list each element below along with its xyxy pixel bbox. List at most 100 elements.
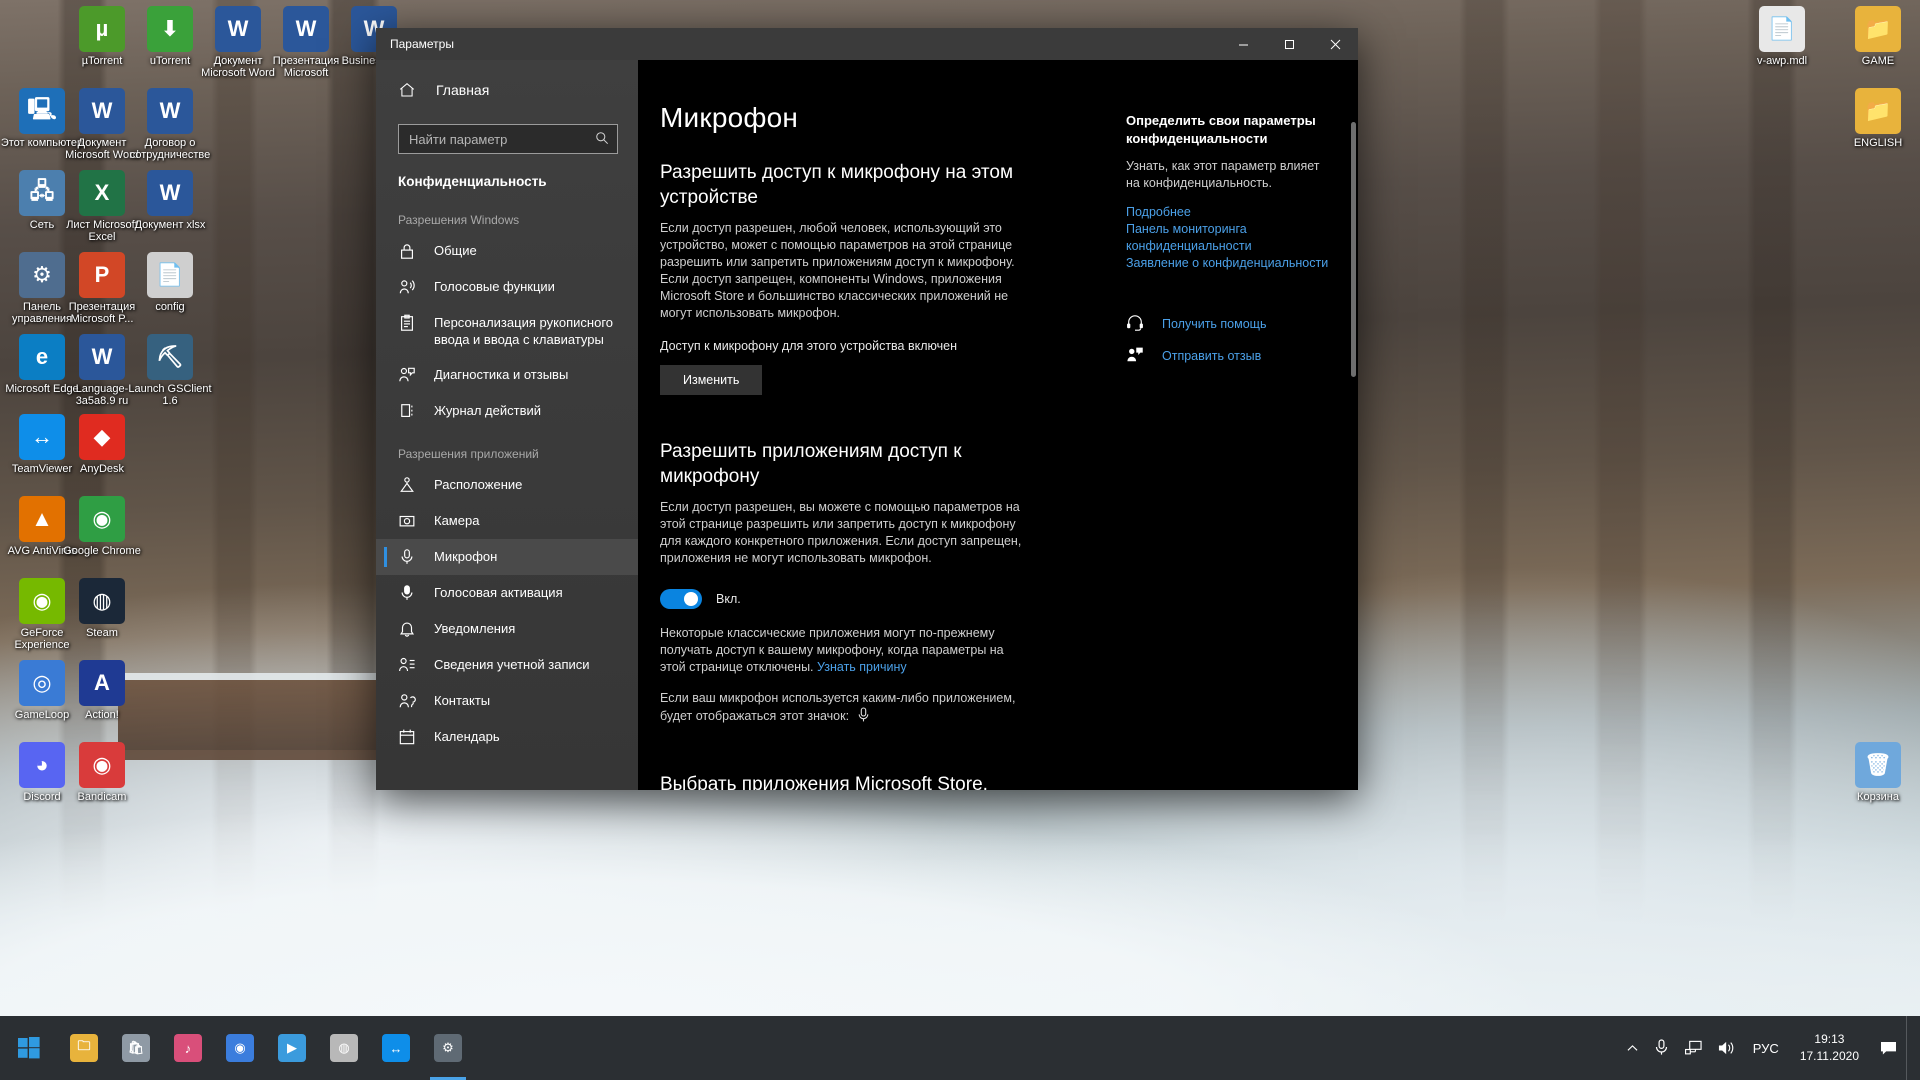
desktop-icon-glyph: ◎ [19, 660, 65, 706]
device-section-heading: Разрешить доступ к микрофону на этом уст… [660, 162, 1014, 208]
volume-tray-icon[interactable] [1711, 1016, 1744, 1080]
language-indicator[interactable]: РУС [1746, 1016, 1786, 1080]
content-scrollbar[interactable] [1348, 60, 1358, 790]
sidebar-item-contacts[interactable]: Контакты [376, 683, 638, 719]
sidebar-item-lock[interactable]: Общие [376, 233, 638, 269]
desktop-icon[interactable]: ◉ Google Chrome [60, 496, 144, 557]
desktop-icon-label: Steam [86, 627, 118, 639]
microphone-indicator-icon [857, 707, 870, 728]
desktop-icon[interactable]: 📄 v-awp.mdl [1740, 6, 1824, 67]
clock[interactable]: 19:13 17.11.2020 [1788, 1016, 1871, 1080]
help-row[interactable]: Отправить отзыв [1126, 346, 1334, 366]
microphone-tray-icon[interactable] [1647, 1016, 1676, 1080]
sidebar-item-feedback-person[interactable]: Диагностика и отзывы [376, 357, 638, 393]
desktop-icon[interactable]: 📁 GAME [1836, 6, 1920, 67]
window-titlebar[interactable]: Параметры [376, 28, 1358, 60]
close-button[interactable] [1312, 28, 1358, 60]
sidebar-item-label: Расположение [434, 477, 523, 492]
learn-why-link[interactable]: Узнать причину [817, 660, 907, 674]
desktop-icon[interactable]: A Action! [60, 660, 144, 721]
sidebar-item-label: Уведомления [434, 621, 516, 636]
toggle-knob [684, 592, 698, 606]
desktop-icon-glyph: X [79, 170, 125, 216]
taskbar-settings-button[interactable]: ⚙ [422, 1016, 474, 1080]
chrome-icon: ◉ [226, 1034, 254, 1062]
sidebar-item-microphone[interactable]: Микрофон [376, 539, 638, 575]
desktop-icon-glyph: 📄 [147, 252, 193, 298]
mic-in-use-note-text: Если ваш микрофон используется каким-либ… [660, 691, 1016, 723]
show-desktop-button[interactable] [1906, 1016, 1914, 1080]
desktop-icon[interactable]: ◉ Bandicam [60, 742, 144, 803]
media-player-icon: ♪ [174, 1034, 202, 1062]
clock-time: 19:13 [1814, 1032, 1845, 1046]
taskbar-chrome-button[interactable]: ◉ [214, 1016, 266, 1080]
maximize-icon [1284, 39, 1294, 49]
desktop-icon[interactable]: ⛏ Launch GSClient 1.6 [128, 334, 212, 407]
desktop-icon-glyph: 🖳 [19, 88, 65, 134]
sidebar-item-home[interactable]: Главная [376, 70, 638, 110]
sidebar-item-label: Контакты [434, 693, 491, 708]
desktop-icon[interactable]: 🗑 Корзина [1836, 742, 1920, 803]
change-access-button[interactable]: Изменить [660, 365, 763, 395]
rail-heading: Определить свои параметры конфиденциальн… [1126, 113, 1316, 146]
store-section-heading: Выбрать приложения Microsoft Store, кото… [660, 774, 988, 790]
close-icon [1330, 39, 1340, 49]
search-input[interactable] [409, 131, 595, 147]
mic-in-use-note: Если ваш микрофон используется каким-либ… [660, 690, 1032, 728]
search-box[interactable] [398, 124, 618, 154]
sidebar-group-label: Разрешения приложений [398, 447, 539, 461]
help-link[interactable]: Получить помощь [1162, 317, 1266, 331]
sidebar-item-account-info[interactable]: Сведения учетной записи [376, 647, 638, 683]
taskbar-video-app-button[interactable]: ▶ [266, 1016, 318, 1080]
sidebar-item-clipboard[interactable]: Персонализация рукописного ввода и ввода… [376, 305, 638, 357]
desktop-icon-glyph: ◕ [19, 742, 65, 788]
scrollbar-thumb[interactable] [1351, 122, 1356, 377]
desktop-icon-glyph: ◉ [19, 578, 65, 624]
sidebar-item-activity-history[interactable]: Журнал действий [376, 393, 638, 429]
sidebar-item-speech[interactable]: Голосовые функции [376, 269, 638, 305]
sidebar-item-location[interactable]: Расположение [376, 467, 638, 503]
rail-link[interactable]: Панель мониторинга конфиденциальности [1126, 221, 1334, 255]
system-tray: РУС 19:13 17.11.2020 [1620, 1016, 1920, 1080]
sidebar-item-voice-activation[interactable]: Голосовая активация [376, 575, 638, 611]
sidebar-item-calendar[interactable]: Календарь [376, 719, 638, 755]
rail-body: Узнать, как этот параметр влияет на конф… [1126, 159, 1320, 190]
desktop-icon-label: Google Chrome [63, 545, 141, 557]
apps-access-toggle-label: Вкл. [716, 592, 741, 606]
desktop-icon[interactable]: ◆ AnyDesk [60, 414, 144, 475]
page-title: Микрофон [660, 102, 799, 133]
taskbar-disc-app-button[interactable]: ◍ [318, 1016, 370, 1080]
network-tray-icon[interactable] [1678, 1016, 1709, 1080]
taskbar-file-explorer-button[interactable]: 🗀 [58, 1016, 110, 1080]
sidebar-category-title: Конфиденциальность [398, 174, 547, 189]
desktop-icon[interactable]: 📁 ENGLISH [1836, 88, 1920, 149]
apps-access-toggle[interactable] [660, 589, 702, 609]
sidebar-item-camera[interactable]: Камера [376, 503, 638, 539]
maximize-button[interactable] [1266, 28, 1312, 60]
rail-links: Подробнее Панель мониторинга конфиденциал… [1126, 204, 1334, 272]
help-row[interactable]: Получить помощь [1126, 314, 1334, 334]
help-link[interactable]: Отправить отзыв [1162, 349, 1261, 363]
content-area: Микрофон Разрешить доступ к микрофону на… [638, 60, 1358, 790]
help-links: Получить помощь Отправить отзыв [1126, 314, 1334, 366]
rail-link[interactable]: Подробнее [1126, 204, 1334, 221]
taskbar-teamviewer-button[interactable]: ↔ [370, 1016, 422, 1080]
camera-icon [398, 512, 416, 530]
desktop-icon[interactable]: ◍ Steam [60, 578, 144, 639]
store-icon: 🛍 [122, 1034, 150, 1062]
sidebar-item-notification[interactable]: Уведомления [376, 611, 638, 647]
taskbar-media-player-button[interactable]: ♪ [162, 1016, 214, 1080]
desktop-icon-glyph: ↔ [19, 414, 65, 460]
desktop-icon-glyph: 🖧 [19, 170, 65, 216]
start-button[interactable] [0, 1016, 58, 1080]
rail-link[interactable]: Заявление о конфиденциальности [1126, 255, 1334, 272]
desktop-icon[interactable]: W Документ xlsx [128, 170, 212, 231]
minimize-button[interactable] [1220, 28, 1266, 60]
desktop-icon[interactable]: W Договор о сотрудничестве [128, 88, 212, 161]
notification-center-button[interactable] [1873, 1016, 1904, 1080]
tray-chevron-button[interactable] [1620, 1016, 1645, 1080]
settings-window: Параметры Главная Найти параметр Конфиде… [376, 28, 1358, 790]
desktop-icon-glyph: ⬇ [147, 6, 193, 52]
desktop-icon[interactable]: 📄 config [128, 252, 212, 313]
taskbar-store-button[interactable]: 🛍 [110, 1016, 162, 1080]
